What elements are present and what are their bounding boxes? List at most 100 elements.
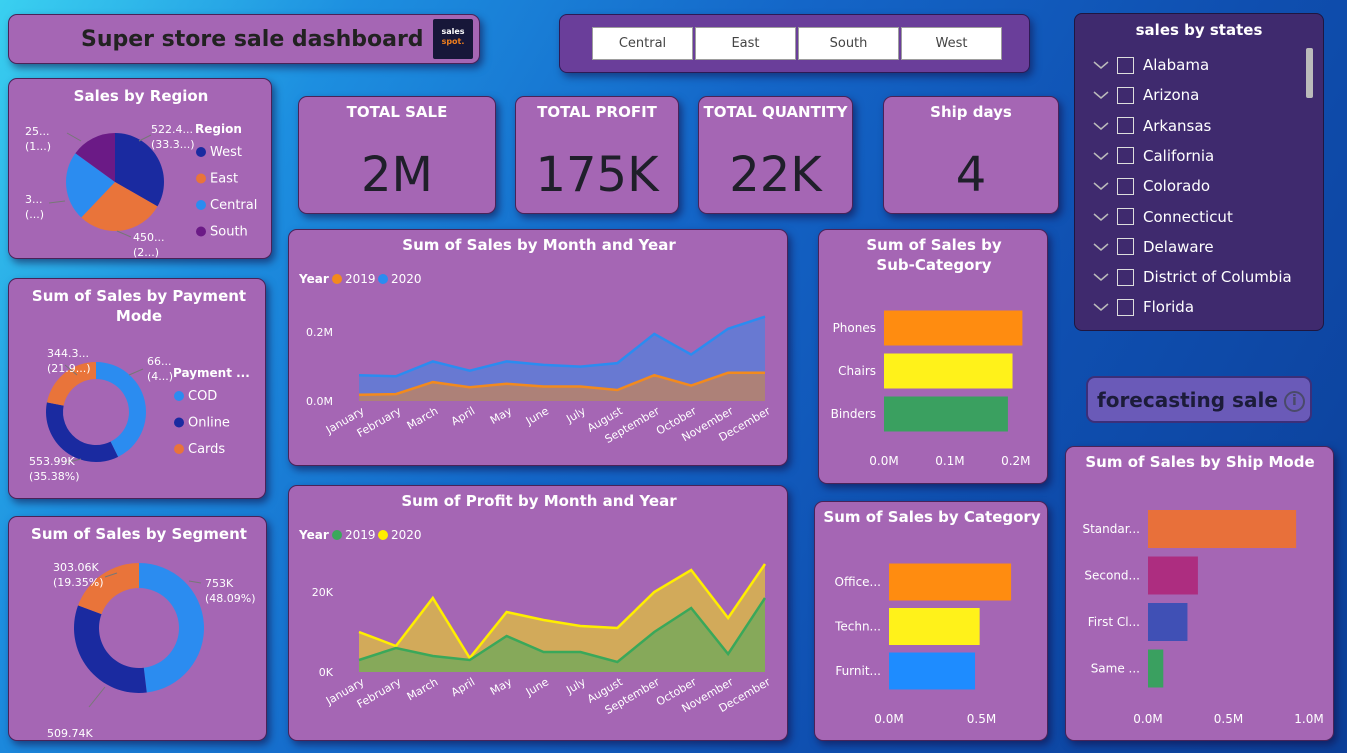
state-item[interactable]: Alabama <box>1093 54 1209 76</box>
state-checkbox[interactable] <box>1117 177 1134 195</box>
category-label: Office... <box>835 575 881 589</box>
kpi-label: TOTAL PROFIT <box>537 103 657 121</box>
sales-by-region-card: Sales by Region 522.4... (33.3...) 450... (2… <box>8 78 272 259</box>
state-checkbox[interactable] <box>1117 147 1134 165</box>
sales-by-shipmode-chart: Sum of Sales by Ship Mode Standar... Secon… <box>1082 453 1323 726</box>
slicer-central-button[interactable]: Central <box>592 27 693 60</box>
data-label: 450... <box>133 231 165 244</box>
slicer-west-button[interactable]: West <box>901 27 1002 60</box>
bar <box>1148 603 1188 641</box>
kpi-value: 4 <box>955 147 987 203</box>
leader-line <box>66 132 82 142</box>
category-label: Phones <box>833 321 876 335</box>
sales-by-subcategory-card: Sum of Sales by Sub-Category Phones Chairs B… <box>818 229 1048 484</box>
bar <box>884 310 1023 346</box>
sales-by-segment-card: Sum of Sales by Segment 753K (48.09%) 509.7… <box>8 516 267 741</box>
category-label: First Cl... <box>1088 615 1140 629</box>
pie-slice <box>46 402 119 462</box>
x-tick-label: April <box>449 675 477 699</box>
legend-marker <box>196 200 206 210</box>
kpi-value: 2M <box>361 147 433 203</box>
chevron-down-icon <box>1093 303 1109 312</box>
sales-by-region-chart: Sales by Region 522.4... (33.3...) 450... (2… <box>25 87 257 259</box>
data-label: (33.3...) <box>151 138 195 151</box>
bar <box>1148 556 1198 595</box>
pie-slice <box>96 362 147 457</box>
data-label: (...) <box>25 208 44 221</box>
legend-entry: 2020 <box>391 528 422 542</box>
profit-by-month-chart: Sum of Profit by Month and Year Year 2019 2… <box>298 492 773 717</box>
state-item[interactable]: Arkansas <box>1093 115 1211 137</box>
state-item[interactable]: Delaware <box>1093 236 1214 258</box>
legend-title: Year <box>298 528 329 542</box>
state-checkbox[interactable] <box>1117 86 1134 104</box>
state-label: Connecticut <box>1143 207 1233 226</box>
leader-line <box>88 686 106 708</box>
legend-entry: West <box>210 145 242 160</box>
category-label: Techn... <box>834 620 881 634</box>
state-checkbox[interactable] <box>1117 238 1134 256</box>
legend-marker <box>196 173 206 184</box>
chart-title: Mode <box>116 307 162 325</box>
chart-title: Sum of Sales by Month and Year <box>402 236 676 254</box>
leader-line <box>48 200 66 204</box>
y-tick-label: 0.0M <box>306 395 333 408</box>
bar <box>884 353 1013 389</box>
data-label: (1...) <box>25 140 51 153</box>
chart-title: Sum of Profit by Month and Year <box>401 492 677 510</box>
kpi-total-quantity: TOTAL QUANTITY 22K <box>698 96 853 214</box>
sales-by-segment-chart: Sum of Sales by Segment 753K (48.09%) 509.7… <box>31 525 255 740</box>
state-checkbox[interactable] <box>1117 208 1134 225</box>
kpi-value: 175K <box>535 147 659 203</box>
data-label: 509.74K <box>47 727 93 740</box>
state-checkbox[interactable] <box>1117 117 1134 135</box>
leader-line <box>138 134 152 142</box>
legend-title: Year <box>298 272 329 286</box>
y-tick-label: 0K <box>319 666 334 679</box>
bar <box>889 652 976 690</box>
kpi-label: TOTAL QUANTITY <box>703 103 848 121</box>
states-scrollbar[interactable] <box>1306 48 1313 98</box>
legend-marker <box>174 391 184 401</box>
sales-by-payment-chart: Sum of Sales by Payment Mode 66... (4...) 55… <box>29 287 250 483</box>
legend-title: Region <box>195 122 242 136</box>
state-label: Colorado <box>1143 177 1211 196</box>
kpi-label: Ship days <box>930 103 1012 121</box>
legend-marker <box>174 417 184 428</box>
slicer-east-button[interactable]: East <box>695 27 796 60</box>
state-checkbox[interactable] <box>1117 298 1134 316</box>
data-label: (21.9...) <box>47 362 91 375</box>
legend-title: Payment ... <box>173 366 250 380</box>
states-title: sales by states <box>1135 21 1263 39</box>
x-tick-label: 0.2M <box>1001 454 1030 468</box>
x-tick-label: May <box>488 404 515 427</box>
category-label: Furnit... <box>835 664 881 678</box>
state-item[interactable]: Florida <box>1093 296 1194 318</box>
legend-entry: Cards <box>188 442 225 457</box>
sales-by-category-chart: Sum of Sales by Category Office... Techn..… <box>823 508 1040 726</box>
chart-title: Sum of Sales by Segment <box>31 525 247 543</box>
state-item[interactable]: Arizona <box>1093 84 1199 106</box>
state-item[interactable]: Colorado <box>1093 175 1210 197</box>
state-item[interactable]: District of Columbia <box>1093 266 1292 288</box>
sales-by-month-chart: Sum of Sales by Month and Year Year 2019 20… <box>298 236 773 446</box>
bar <box>1148 510 1297 548</box>
x-tick-label: June <box>523 675 551 699</box>
state-checkbox[interactable] <box>1117 268 1134 286</box>
x-tick-label: 0.5M <box>967 712 996 726</box>
state-item[interactable]: California <box>1093 145 1214 167</box>
x-tick-label: 1.0M <box>1294 712 1323 726</box>
chevron-down-icon <box>1093 122 1109 130</box>
x-tick-label: May <box>488 675 515 698</box>
forecasting-sale-button[interactable]: forecasting sale i <box>1086 376 1312 423</box>
category-label: Second... <box>1084 569 1140 583</box>
state-item[interactable]: Connecticut <box>1093 206 1233 228</box>
pie-slice <box>139 563 204 693</box>
state-label: California <box>1143 146 1215 165</box>
chart-title: Sum of Sales by Category <box>823 508 1040 526</box>
state-checkbox[interactable] <box>1117 56 1134 74</box>
chevron-down-icon <box>1093 61 1109 69</box>
x-tick-label: 0.0M <box>874 712 903 726</box>
states-slicer: sales by states Alabama Arizona Arkansas Ca… <box>1074 13 1324 331</box>
slicer-south-button[interactable]: South <box>798 27 899 60</box>
